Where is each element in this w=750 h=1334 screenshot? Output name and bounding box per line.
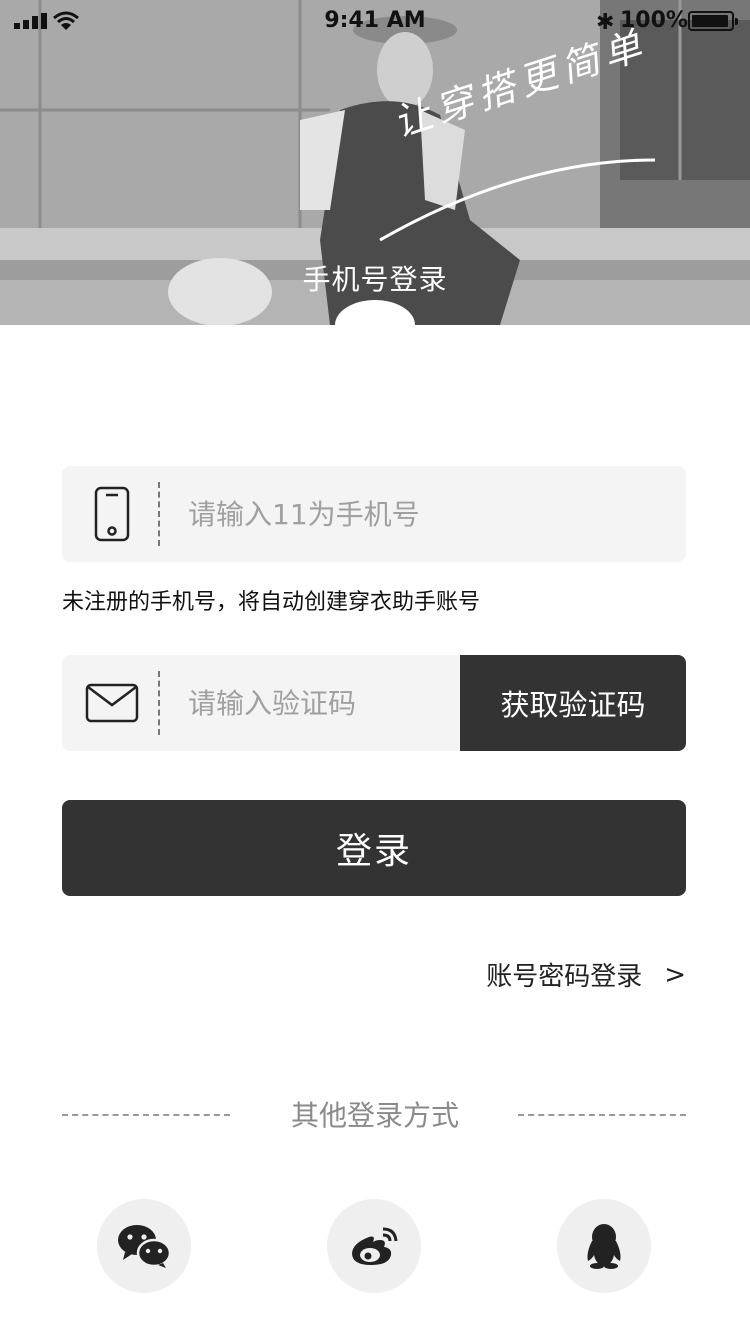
hero-banner: 让穿搭更简单 手机号登录: [0, 0, 750, 325]
battery-percentage: 100%: [620, 8, 688, 33]
login-button[interactable]: 登录: [62, 800, 686, 896]
divider-right: [518, 1114, 686, 1116]
bluetooth-icon: ✱: [596, 10, 615, 35]
qq-icon: [587, 1224, 621, 1269]
wechat-login-button[interactable]: [97, 1199, 191, 1293]
status-bar: 9:41 AM ✱ 100%: [0, 0, 750, 40]
wechat-icon: [118, 1225, 171, 1268]
field-divider: [158, 482, 160, 546]
phone-field[interactable]: [62, 466, 686, 562]
phone-input[interactable]: [188, 466, 668, 562]
password-login-label: 账号密码登录: [486, 962, 643, 992]
phone-icon: [82, 484, 142, 544]
page-title: 手机号登录: [302, 263, 448, 296]
field-divider: [158, 671, 160, 735]
mail-icon: [82, 673, 142, 733]
weibo-login-button[interactable]: [327, 1199, 421, 1293]
password-login-link[interactable]: 账号密码登录 >: [486, 956, 686, 993]
qq-login-button[interactable]: [557, 1199, 651, 1293]
chevron-right-icon: >: [664, 959, 686, 990]
verification-code-input[interactable]: [188, 655, 448, 751]
weibo-icon: [352, 1227, 398, 1265]
register-hint: 未注册的手机号，将自动创建穿衣助手账号: [62, 590, 481, 615]
get-code-button[interactable]: 获取验证码: [460, 655, 686, 751]
battery-icon: [688, 11, 738, 31]
